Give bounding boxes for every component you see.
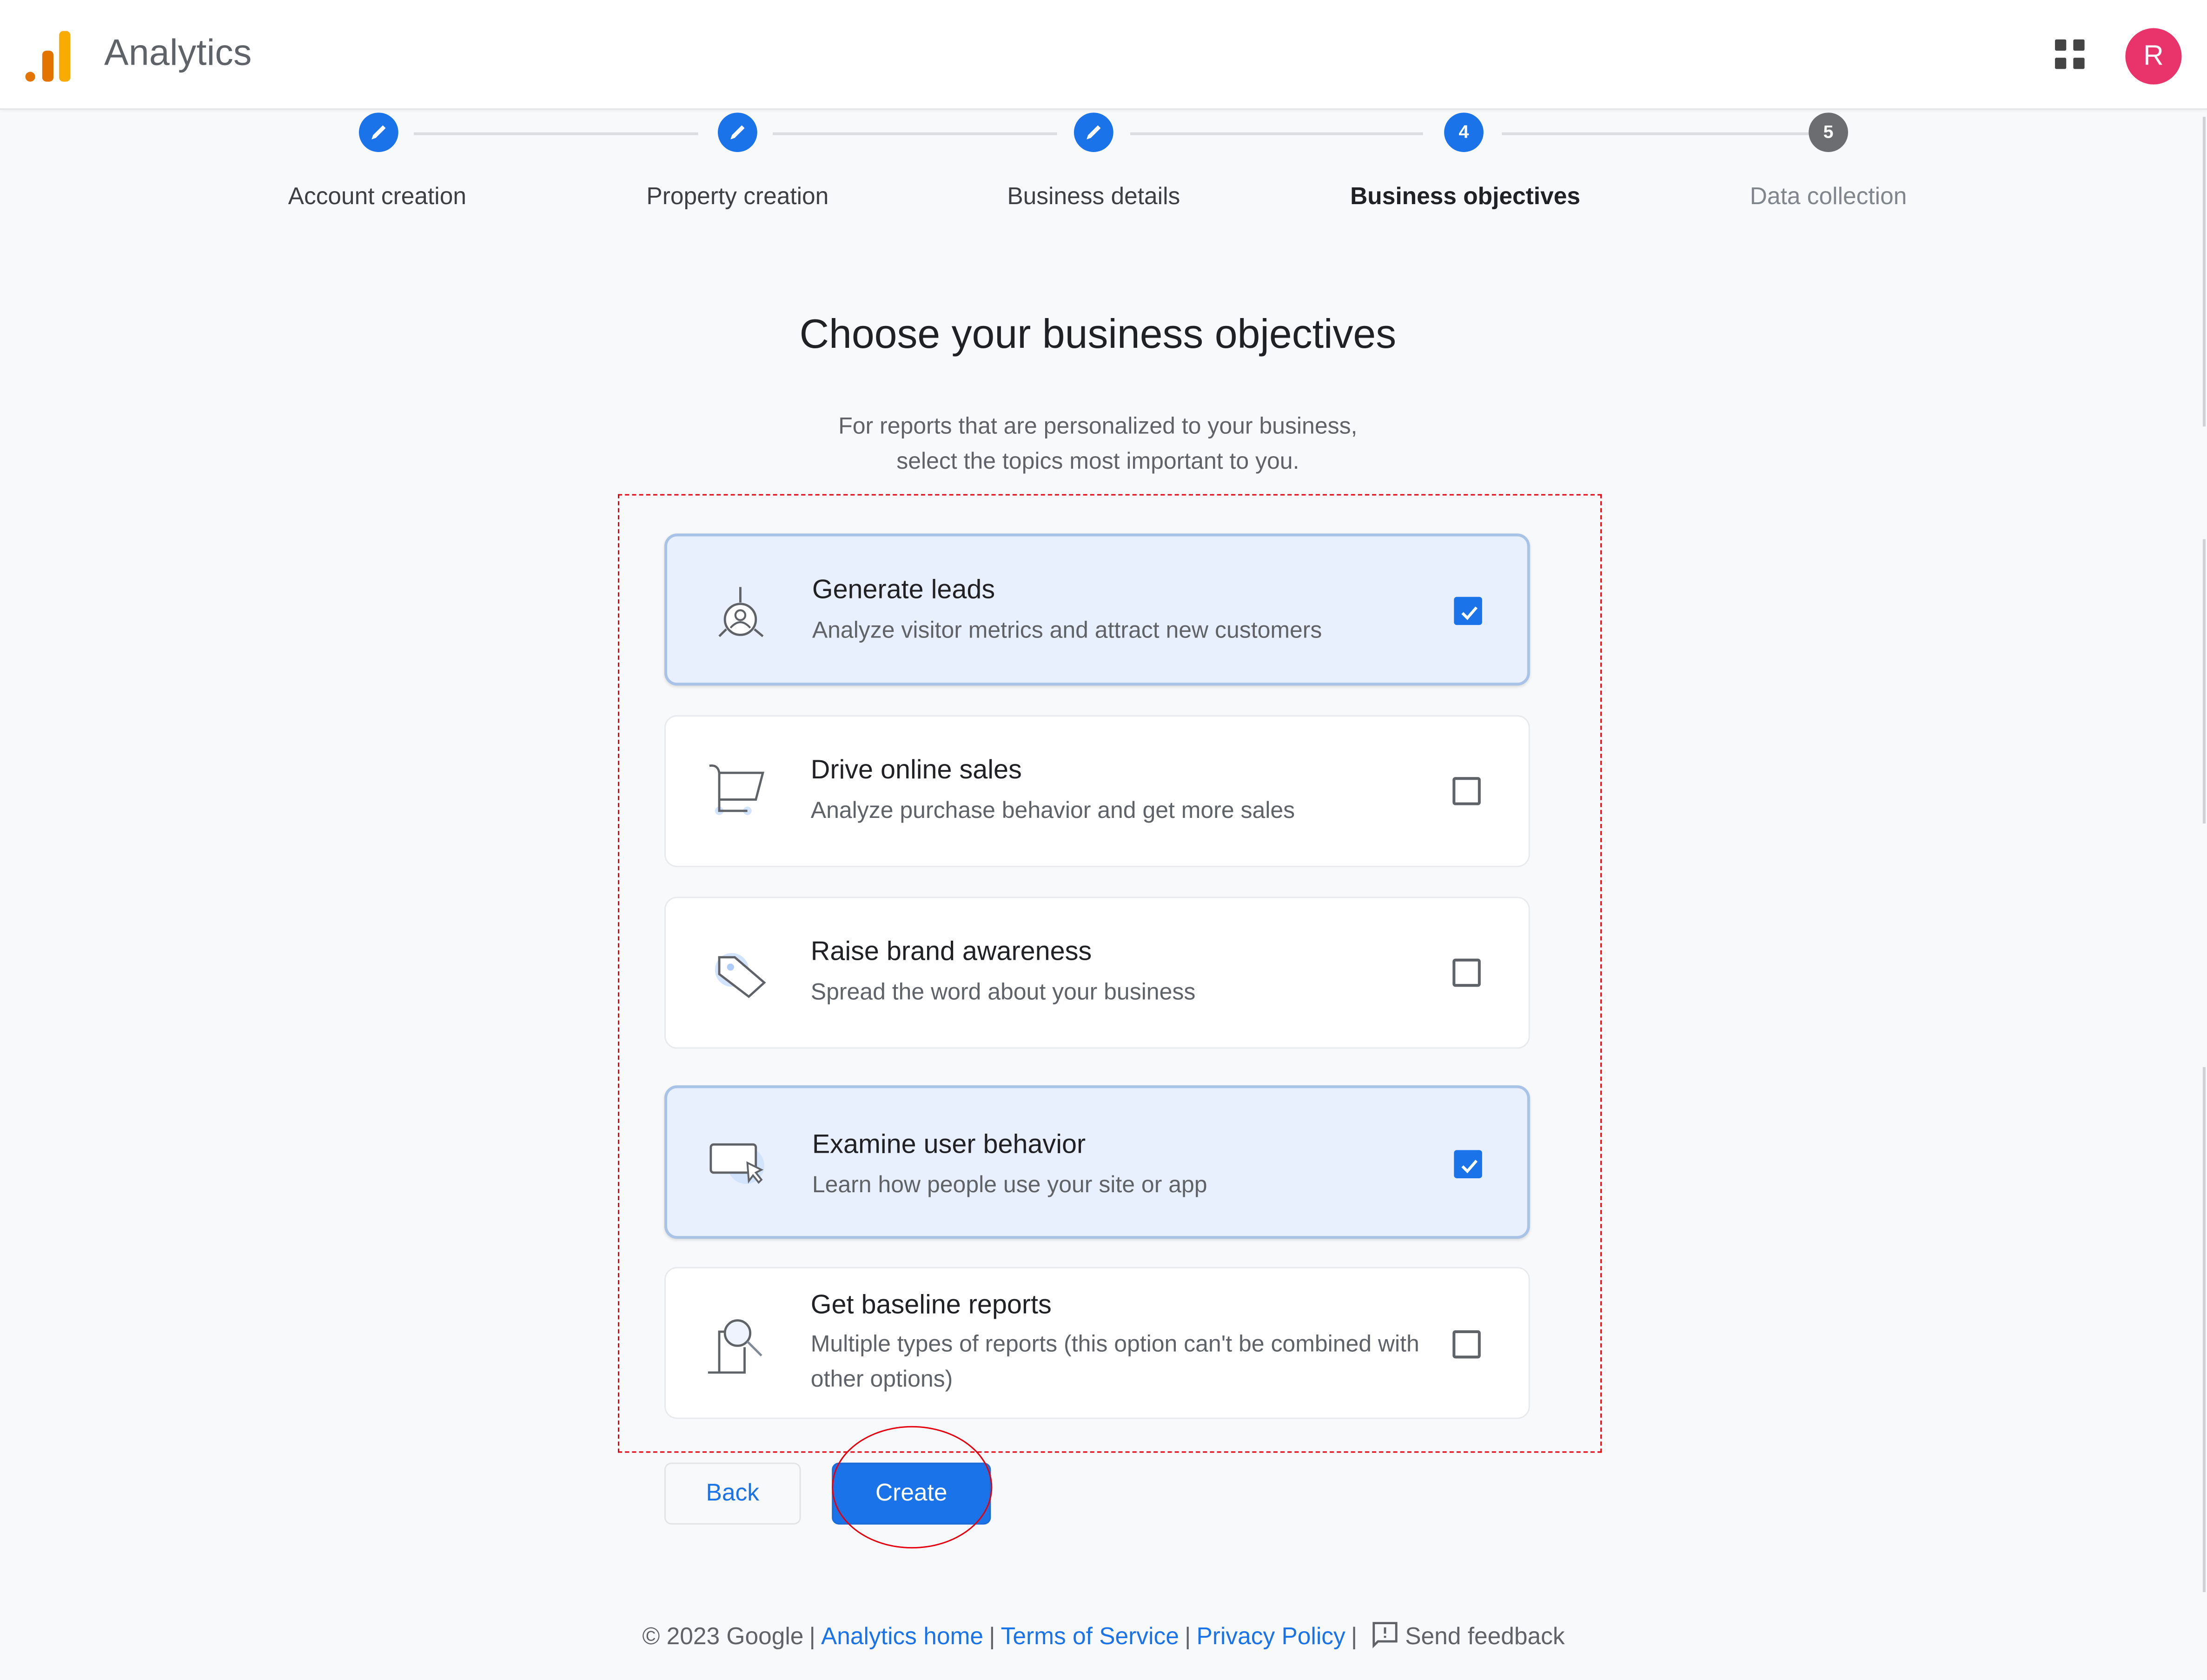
- stepper-connector: [414, 132, 698, 135]
- objective-card-drive-online-sales[interactable]: Drive online sales Analyze purchase beha…: [664, 715, 1530, 867]
- scrollbar-edge: [2202, 117, 2206, 427]
- page-title: Choose your business objectives: [799, 312, 1397, 358]
- step-5-upcoming-marker: 5: [1809, 113, 1849, 152]
- checkmark-icon: [1461, 606, 1478, 620]
- objective-card-generate-leads[interactable]: Generate leads Analyze visitor metrics a…: [664, 533, 1530, 686]
- privacy-policy-link[interactable]: Privacy Policy: [1196, 1623, 1345, 1650]
- step-label-business-objectives: Business objectives: [1350, 183, 1580, 210]
- screen-cursor-icon: [709, 1143, 764, 1184]
- top-app-bar: [0, 0, 2207, 110]
- objective-checkbox-unchecked[interactable]: [1452, 1330, 1481, 1359]
- send-feedback-label: Send feedback: [1405, 1623, 1565, 1650]
- step-3-completed-marker[interactable]: [1074, 113, 1113, 152]
- scrollbar-edge: [2202, 1067, 2206, 1593]
- stepper-connector: [1502, 132, 1809, 135]
- objective-checkbox-checked[interactable]: [1454, 1150, 1482, 1178]
- objective-description: Learn how people use your site or app: [812, 1172, 1207, 1198]
- objective-card-get-baseline-reports[interactable]: Get baseline reports Multiple types of r…: [664, 1267, 1530, 1419]
- copyright-text: © 2023 Google: [642, 1623, 804, 1650]
- objective-card-examine-user-behavior[interactable]: Examine user behavior Learn how people u…: [664, 1085, 1530, 1239]
- back-button[interactable]: Back: [664, 1462, 801, 1525]
- step-1-completed-marker[interactable]: [358, 113, 398, 152]
- objective-checkbox-unchecked[interactable]: [1452, 777, 1481, 805]
- objective-card-raise-brand-awareness[interactable]: Raise brand awareness Spread the word ab…: [664, 896, 1530, 1049]
- objective-description: Multiple types of reports (this option c…: [810, 1331, 1419, 1393]
- checkmark-icon: [1461, 1160, 1478, 1174]
- objective-title: Raise brand awareness: [810, 937, 1092, 967]
- stepper-connector: [773, 132, 1057, 135]
- terms-of-service-link[interactable]: Terms of Service: [1001, 1623, 1179, 1650]
- subtitle-line-1: For reports that are personalized to you…: [838, 414, 1358, 439]
- tag-icon: [715, 953, 766, 998]
- objective-title: Drive online sales: [810, 756, 1022, 786]
- step-label-account-creation[interactable]: Account creation: [208, 183, 546, 212]
- objective-description: Spread the word about your business: [810, 980, 1196, 1005]
- step-label-business-details[interactable]: Business details: [925, 183, 1263, 212]
- footer-separator: |: [1351, 1623, 1358, 1650]
- footer-separator: |: [1184, 1623, 1191, 1650]
- subtitle-line-2: select the topics most important to you.: [896, 449, 1299, 475]
- objective-checkbox-checked[interactable]: [1454, 597, 1482, 625]
- analytics-setup-page: Analytics R Account creation Property cr…: [0, 0, 2207, 1680]
- pencil-icon: [371, 125, 386, 139]
- objective-checkbox-unchecked[interactable]: [1452, 958, 1481, 987]
- send-feedback-link[interactable]: Send feedback: [1363, 1622, 1565, 1650]
- pencil-icon: [1087, 125, 1101, 139]
- annotation-ellipse: [832, 1426, 993, 1549]
- report-magnifier-icon: [708, 1319, 762, 1374]
- account-avatar[interactable]: R: [2125, 28, 2182, 85]
- analytics-home-link[interactable]: Analytics home: [821, 1623, 983, 1650]
- objective-title: Generate leads: [812, 576, 995, 605]
- pencil-icon: [730, 125, 745, 139]
- objective-description: Analyze purchase behavior and get more s…: [810, 798, 1295, 824]
- objective-description: Analyze visitor metrics and attract new …: [812, 618, 1322, 644]
- app-title[interactable]: Analytics: [104, 31, 252, 75]
- scrollbar-edge: [2202, 539, 2206, 824]
- shopping-cart-icon: [709, 764, 765, 815]
- footer-separator: |: [809, 1623, 815, 1650]
- google-analytics-logo-icon[interactable]: [25, 28, 73, 82]
- stepper-connector: [1130, 132, 1423, 135]
- footer: © 2023 Google | Analytics home | Terms of Se…: [0, 1620, 2207, 1652]
- footer-separator: |: [989, 1623, 995, 1650]
- objective-title: Get baseline reports: [810, 1291, 1052, 1321]
- step-label-property-creation[interactable]: Property creation: [569, 183, 907, 212]
- apps-grid-icon[interactable]: [2055, 39, 2086, 71]
- objective-title: Examine user behavior: [812, 1130, 1086, 1160]
- lead-target-icon: [718, 587, 764, 637]
- feedback-icon: [1373, 1622, 1398, 1648]
- step-label-data-collection: Data collection: [1750, 183, 1907, 210]
- step-2-completed-marker[interactable]: [717, 113, 757, 152]
- step-4-active-marker: 4: [1444, 113, 1484, 152]
- page-subtitle: For reports that are personalized to you…: [0, 410, 2196, 480]
